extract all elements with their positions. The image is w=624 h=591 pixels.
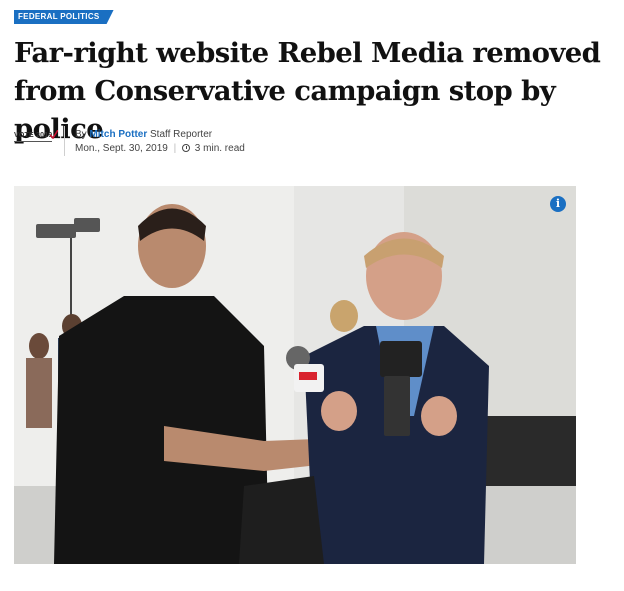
article-meta: Mon., Sept. 30, 2019 | 3 min. read xyxy=(75,142,245,156)
checkmark-icon xyxy=(50,130,58,139)
byline-divider xyxy=(64,126,65,156)
byline: By Mitch Potter Staff Reporter xyxy=(75,128,212,142)
byline-prefix: By xyxy=(75,129,87,140)
vote-badge-underline xyxy=(14,141,52,142)
read-time: 3 min. read xyxy=(194,143,245,154)
article-photo[interactable]: i xyxy=(14,186,576,564)
photo-scene xyxy=(14,186,576,564)
publish-date: Mon., Sept. 30, 2019 xyxy=(75,143,168,154)
author-role: Staff Reporter xyxy=(150,129,213,140)
section-tag[interactable]: FEDERAL POLITICS xyxy=(14,10,114,24)
info-icon[interactable]: i xyxy=(550,196,566,212)
meta-separator: | xyxy=(173,143,177,154)
vote-2019-badge: VOTE 2019 xyxy=(14,128,60,148)
clock-icon xyxy=(182,144,191,152)
author-link[interactable]: Mitch Potter xyxy=(89,129,147,140)
vote-badge-text: VOTE 2019 xyxy=(14,132,53,139)
